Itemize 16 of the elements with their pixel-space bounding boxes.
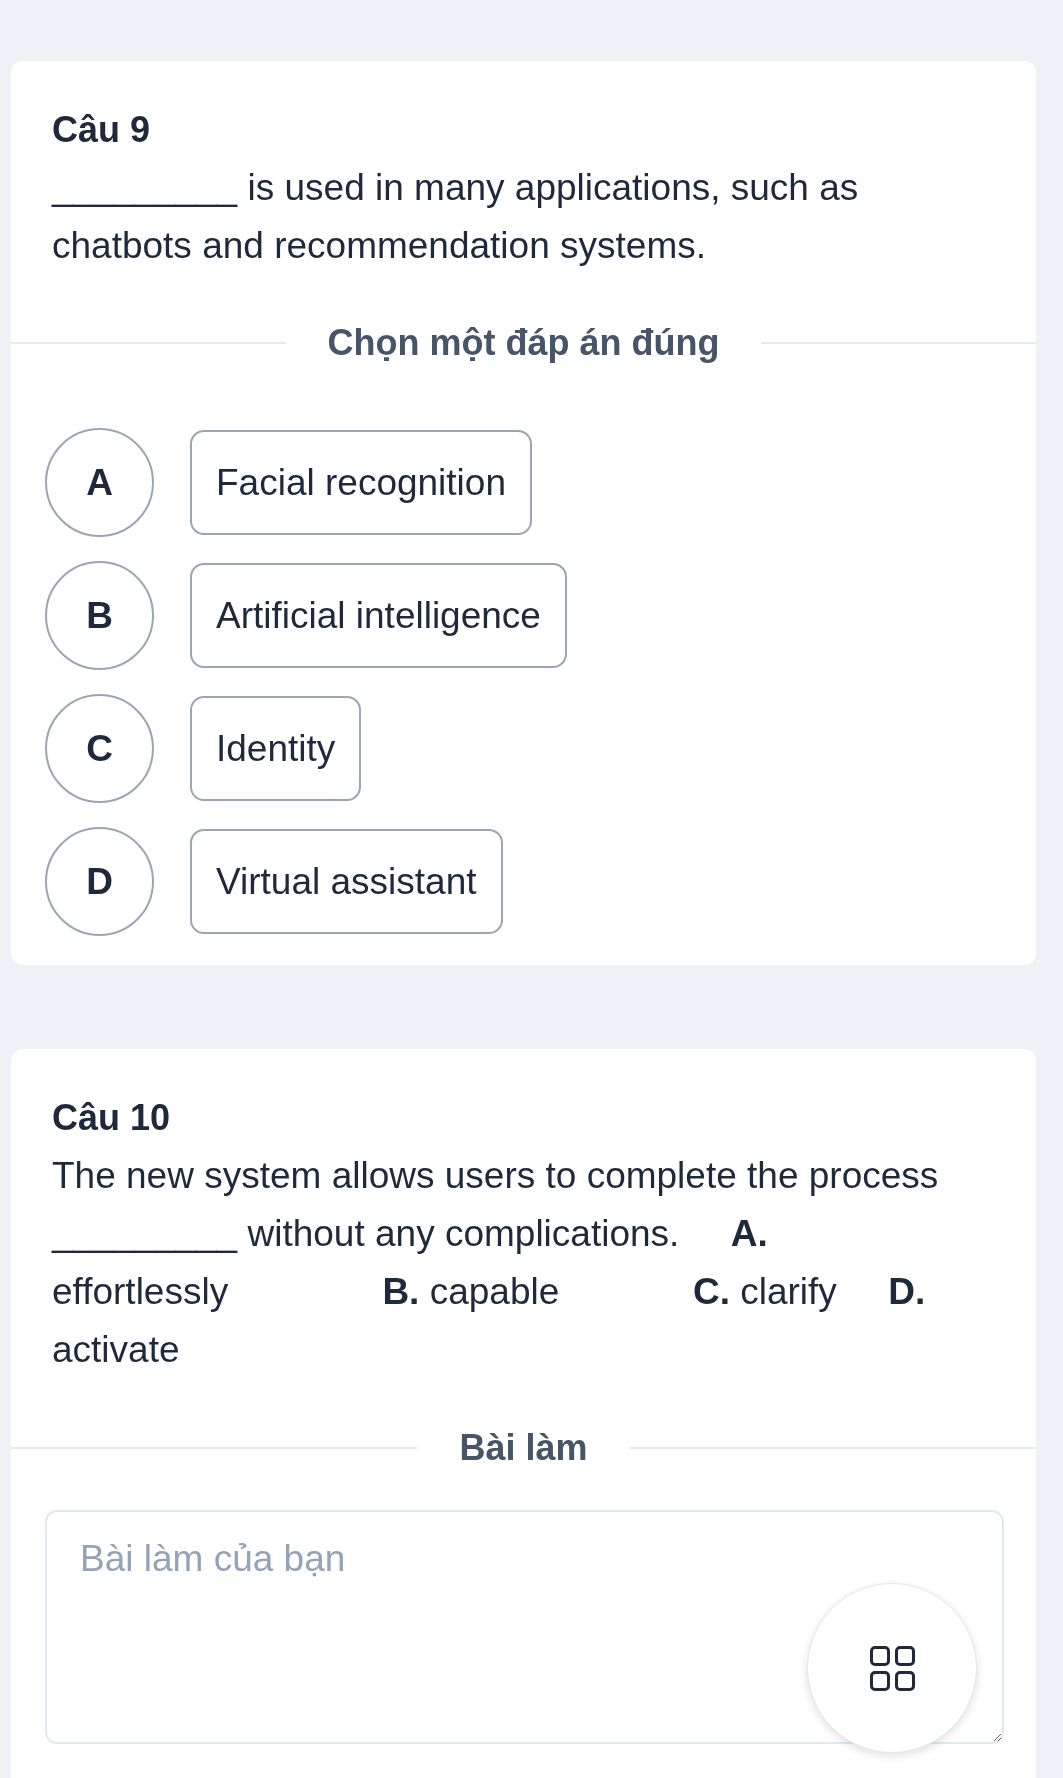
section-label: Chọn một đáp án đúng <box>326 321 721 365</box>
option-button[interactable]: Identity <box>190 696 362 801</box>
option-letter[interactable]: C <box>45 694 154 803</box>
question-text: _________ is used in many applications, such as chatbots and recommendation systems. <box>52 166 860 268</box>
option-button[interactable]: Facial recognition <box>190 430 532 535</box>
question-number: Câu 9 <box>52 108 152 152</box>
answer-box[interactable]: Bài làm của bạn <box>45 1510 1004 1744</box>
question-text: The new system allows users to complete the process _________ without any complications. A. effortlessly B. capable C. clarify D. activate <box>52 1154 940 1372</box>
option-letter[interactable]: D <box>45 827 154 936</box>
section-label: Bài làm <box>458 1426 589 1470</box>
option-letter[interactable]: B <box>45 561 154 670</box>
grid-icon <box>869 1645 915 1691</box>
option-letter[interactable]: A <box>45 428 154 537</box>
option-button[interactable]: Virtual assistant <box>190 829 503 934</box>
question-number: Câu 10 <box>52 1096 172 1140</box>
option-button[interactable]: Artificial intelligence <box>190 563 567 668</box>
